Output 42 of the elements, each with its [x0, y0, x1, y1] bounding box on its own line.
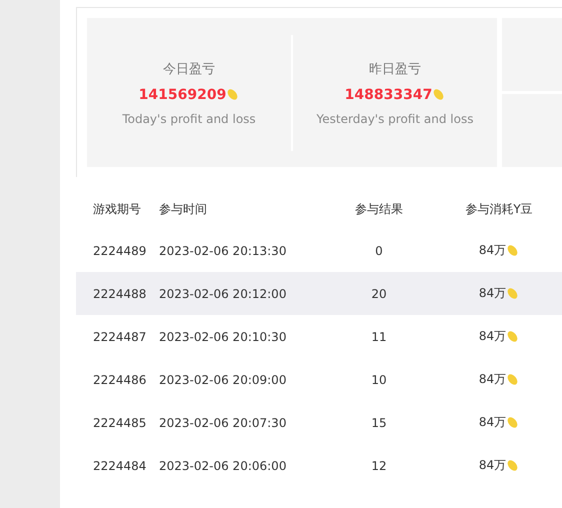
table-cell: 15 [371, 416, 387, 430]
stat-value: 141569209 [138, 86, 226, 102]
table-cell: 2224486 [93, 372, 146, 386]
stat-title: 昨日盈亏 [369, 60, 421, 78]
coin-icon [506, 330, 520, 343]
coin-icon [506, 373, 520, 386]
table-cell: 2224485 [93, 416, 146, 430]
column-header: 游戏期号 [93, 200, 141, 218]
table-cell: 11 [371, 330, 387, 344]
stat-caption: Yesterday's profit and loss [316, 112, 474, 126]
column-header: 参与结果 [355, 200, 403, 218]
table-cell: 84万 [478, 242, 506, 259]
table-cell: 2023-02-06 20:06:00 [159, 458, 286, 472]
table-cell: 84万 [478, 414, 506, 431]
table-cell: 84万 [478, 371, 506, 388]
table-cell: 2023-02-06 20:12:00 [159, 286, 286, 300]
coin-icon [506, 287, 520, 300]
coin-icon [226, 88, 240, 101]
stat-title: 今日盈亏 [163, 60, 215, 78]
table-cell: 12 [371, 458, 387, 472]
table-cell: 2224489 [93, 244, 146, 258]
table-cell: 2224484 [93, 458, 146, 472]
coin-icon [506, 459, 520, 472]
stat-value: 148833347 [344, 86, 432, 102]
coin-icon [432, 88, 446, 101]
stat-caption: Today's profit and loss [122, 112, 256, 126]
table-cell: 84万 [478, 285, 506, 302]
coin-icon [506, 416, 520, 429]
table-cell: 84万 [478, 457, 506, 474]
table-cell: 84万 [478, 328, 506, 345]
table-cell: 2023-02-06 20:09:00 [159, 372, 286, 386]
coin-icon [506, 244, 520, 257]
table-cell: 2023-02-06 20:07:30 [159, 416, 286, 430]
table-cell: 10 [371, 372, 387, 386]
table-cell: 2023-02-06 20:10:30 [159, 330, 286, 344]
table-cell: 2224488 [93, 286, 146, 300]
table-cell: 2224487 [93, 330, 146, 344]
column-header: 参与消耗Y豆 [465, 200, 533, 218]
table-cell: 2023-02-06 20:13:30 [159, 244, 286, 258]
table-cell: 0 [375, 244, 383, 258]
table-cell: 20 [371, 286, 387, 300]
column-header: 参与时间 [159, 200, 207, 218]
